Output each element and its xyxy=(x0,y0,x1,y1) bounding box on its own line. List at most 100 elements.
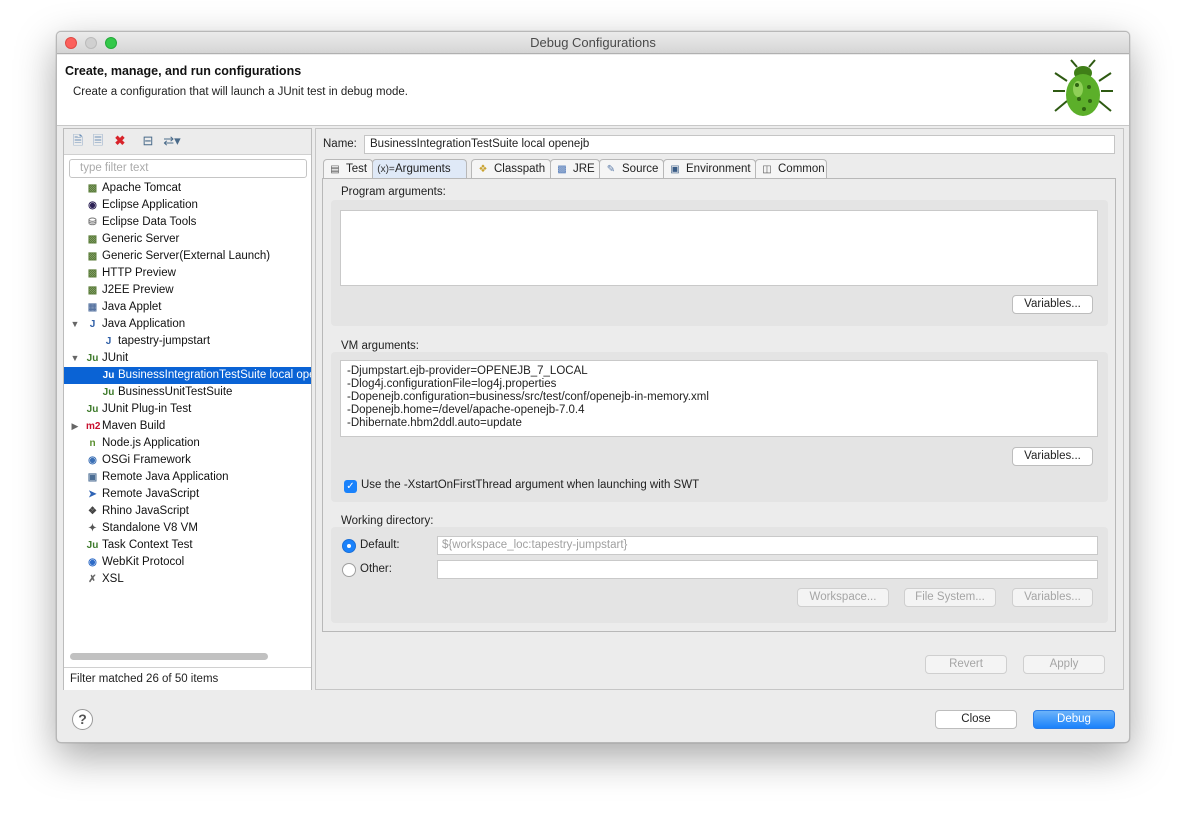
workspace-button[interactable]: Workspace... xyxy=(797,588,889,607)
program-variables-button[interactable]: Variables... xyxy=(1012,295,1093,314)
new-configuration-icon[interactable]: 🗎 xyxy=(70,133,86,149)
minimize-window-button[interactable] xyxy=(85,37,97,49)
tab-classpath[interactable]: ❖ Classpath xyxy=(471,159,551,179)
collapse-all-icon[interactable]: ⊟ xyxy=(140,133,156,149)
xstart-checkbox[interactable]: ✓ xyxy=(344,480,357,493)
tree-item[interactable]: ▼ J Java Application xyxy=(64,316,311,333)
vm-arguments-group: -Djumpstart.ejb-provider=OPENEJB_7_LOCAL… xyxy=(331,352,1108,502)
dialog-header: Create, manage, and run configurations C… xyxy=(57,55,1129,126)
maven-icon: m2 xyxy=(86,421,101,432)
tab-test[interactable]: ▤ Test xyxy=(323,159,373,179)
tree-item-label: J2EE Preview xyxy=(102,284,174,296)
tree-item[interactable]: ▩ Generic Server xyxy=(64,231,311,248)
default-directory-radio[interactable] xyxy=(342,539,356,553)
tree-item[interactable]: ▩ Generic Server(External Launch) xyxy=(64,248,311,265)
close-window-button[interactable] xyxy=(65,37,77,49)
tab-source[interactable]: ✎ Source xyxy=(599,159,664,179)
tab-common[interactable]: ◫ Common xyxy=(755,159,827,179)
tree-item-label: Task Context Test xyxy=(102,539,193,551)
junit-icon: Ju xyxy=(86,540,99,551)
tree-item-label: Remote JavaScript xyxy=(102,488,200,500)
close-button[interactable]: Close xyxy=(935,710,1017,729)
tree-item[interactable]: ✦ Standalone V8 VM xyxy=(64,520,311,537)
window-title: Debug Configurations xyxy=(530,35,656,50)
tree-item[interactable]: ▣ Remote Java Application xyxy=(64,469,311,486)
tree-item-label: JUnit Plug-in Test xyxy=(102,403,192,415)
junit-icon: Ju xyxy=(102,370,115,381)
server-icon: ▩ xyxy=(87,268,98,279)
xsl-icon: ✗ xyxy=(88,574,97,585)
tab-jre[interactable]: ▩ JRE xyxy=(550,159,600,179)
webkit-icon: ◉ xyxy=(88,557,97,568)
configuration-tree: ▩ Apache Tomcat ◉ Eclipse Application ⛁ Eclip… xyxy=(64,180,311,588)
java-app-icon: J xyxy=(89,319,96,330)
filter-menu-icon[interactable]: ⇄▾ xyxy=(160,133,184,149)
horizontal-scrollbar[interactable] xyxy=(70,653,268,660)
default-directory-label: Default: xyxy=(360,539,400,551)
zoom-window-button[interactable] xyxy=(105,37,117,49)
tree-item-label: Java Applet xyxy=(102,301,162,313)
arguments-tab-icon: (x)= xyxy=(377,164,395,175)
debug-button[interactable]: Debug xyxy=(1033,710,1115,729)
delete-configuration-icon[interactable]: ✖ xyxy=(112,133,128,149)
program-arguments-label: Program arguments: xyxy=(341,186,446,198)
tree-item[interactable]: Ju BusinessUnitTestSuite xyxy=(64,384,311,401)
tree-item[interactable]: ▦ Java Applet xyxy=(64,299,311,316)
expanded-twisty-icon[interactable]: ▼ xyxy=(70,350,80,367)
other-directory-radio[interactable] xyxy=(342,563,356,577)
osgi-icon: ◉ xyxy=(88,455,97,466)
working-directory-label: Working directory: xyxy=(341,515,434,527)
vm-variables-button[interactable]: Variables... xyxy=(1012,447,1093,466)
tree-item[interactable]: ❖ Rhino JavaScript xyxy=(64,503,311,520)
tree-item[interactable]: ⛁ Eclipse Data Tools xyxy=(64,214,311,231)
tree-item[interactable]: ◉ OSGi Framework xyxy=(64,452,311,469)
classpath-tab-icon: ❖ xyxy=(478,164,488,175)
vm-arguments-label: VM arguments: xyxy=(341,340,419,352)
revert-button[interactable]: Revert xyxy=(925,655,1007,674)
tree-item[interactable]: ▼ Ju JUnit xyxy=(64,350,311,367)
tree-item[interactable]: ✗ XSL xyxy=(64,571,311,588)
tree-item[interactable]: ▩ Apache Tomcat xyxy=(64,180,311,197)
environment-tab-icon: ▣ xyxy=(670,164,680,175)
configuration-tabs: ▤ Test (x)= Arguments ❖ Classpath ▩ JRE … xyxy=(323,159,1115,179)
v8-icon: ✦ xyxy=(88,523,97,534)
tree-item-label: Eclipse Data Tools xyxy=(102,216,197,228)
other-directory-field[interactable] xyxy=(437,560,1098,579)
tree-item-label: Standalone V8 VM xyxy=(102,522,198,534)
tree-item[interactable]: Jtapestry-jumpstart xyxy=(64,333,311,350)
tree-item[interactable]: ➤ Remote JavaScript xyxy=(64,486,311,503)
tree-item[interactable]: Ju Task Context Test xyxy=(64,537,311,554)
header-title: Create, manage, and run configurations xyxy=(65,64,302,78)
file-system-button[interactable]: File System... xyxy=(904,588,996,607)
test-tab-icon: ▤ xyxy=(330,164,340,175)
tab-arguments[interactable]: (x)= Arguments xyxy=(372,159,467,179)
filter-status: Filter matched 26 of 50 items xyxy=(64,667,311,690)
working-directory-group: Default: ${workspace_loc:tapestry-jumpst… xyxy=(331,527,1108,623)
help-icon[interactable]: ? xyxy=(72,709,93,730)
program-arguments-field[interactable] xyxy=(340,210,1098,286)
junit-plugin-icon: Ju xyxy=(86,404,99,415)
tree-item[interactable]: ▶ m2 Maven Build xyxy=(64,418,311,435)
tree-item[interactable]: ▩ HTTP Preview xyxy=(64,265,311,282)
tree-item[interactable]: Ju JUnit Plug-in Test xyxy=(64,401,311,418)
directory-variables-button[interactable]: Variables... xyxy=(1012,588,1093,607)
tree-item[interactable]: n Node.js Application xyxy=(64,435,311,452)
vm-arguments-field[interactable]: -Djumpstart.ejb-provider=OPENEJB_7_LOCAL… xyxy=(340,360,1098,437)
configuration-name-field[interactable]: BusinessIntegrationTestSuite local opene… xyxy=(364,135,1115,154)
tree-item[interactable]: ◉ Eclipse Application xyxy=(64,197,311,214)
expanded-twisty-icon[interactable]: ▼ xyxy=(70,316,80,333)
server-icon: ▩ xyxy=(87,285,98,296)
tab-environment[interactable]: ▣ Environment xyxy=(663,159,756,179)
default-directory-field: ${workspace_loc:tapestry-jumpstart} xyxy=(437,536,1098,555)
collapsed-twisty-icon[interactable]: ▶ xyxy=(70,418,80,435)
duplicate-configuration-icon[interactable]: 🗏 xyxy=(90,133,106,149)
tree-item[interactable]: ▩ J2EE Preview xyxy=(64,282,311,299)
database-icon: ⛁ xyxy=(88,217,97,228)
apply-button[interactable]: Apply xyxy=(1023,655,1105,674)
junit-icon: Ju xyxy=(86,353,99,364)
tree-item[interactable]: ◉ WebKit Protocol xyxy=(64,554,311,571)
server-icon: ▩ xyxy=(87,251,98,262)
tree-item-label: XSL xyxy=(102,573,124,585)
filter-input[interactable]: type filter text xyxy=(69,159,307,178)
tree-item[interactable]: JuBusinessIntegrationTestSuite local ope… xyxy=(64,367,311,384)
